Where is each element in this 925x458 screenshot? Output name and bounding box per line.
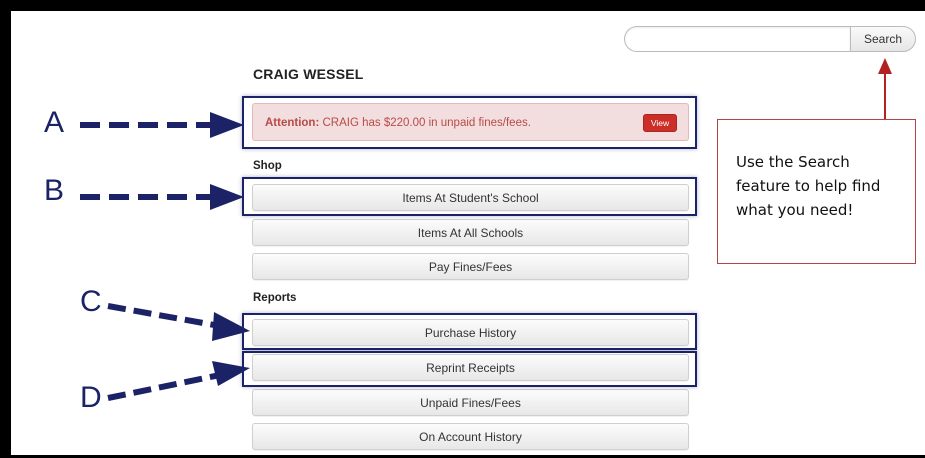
unpaid-fines-fees-button[interactable]: Unpaid Fines/Fees [252,389,689,416]
screenshot-frame: Search CRAIG WESSEL Attention: CRAIG has… [0,0,925,458]
on-account-history-button[interactable]: On Account History [252,423,689,450]
alert-label: Attention: [265,117,320,129]
reprint-receipts-button[interactable]: Reprint Receipts [252,354,689,381]
search-input[interactable] [624,26,850,52]
view-fees-button[interactable]: View [643,114,677,132]
items-at-students-school-button[interactable]: Items At Student's School [252,184,689,211]
search-bar: Search [624,26,916,54]
student-name: CRAIG WESSEL [253,66,364,82]
search-button[interactable]: Search [850,26,916,52]
arrow-b [80,184,244,210]
arrow-d [107,361,250,401]
arrow-search-callout [878,58,892,119]
reports-heading: Reports [253,292,297,304]
arrow-c [107,303,250,341]
annotation-letter-d: D [80,381,102,414]
alert-message: CRAIG has $220.00 in unpaid fines/fees. [322,117,531,129]
frame-border-left [0,0,11,458]
shop-heading: Shop [253,160,282,172]
arrow-a [80,112,244,138]
search-tip-callout: Use the Search feature to help find what… [717,119,916,264]
annotation-letter-b: B [44,174,65,207]
pay-fines-fees-button[interactable]: Pay Fines/Fees [252,253,689,280]
alert-text: Attention: CRAIG has $220.00 in unpaid f… [265,117,531,129]
annotation-letter-a: A [44,106,65,139]
annotation-letter-c: C [80,285,102,318]
unpaid-fees-alert: Attention: CRAIG has $220.00 in unpaid f… [252,103,689,141]
items-at-all-schools-button[interactable]: Items At All Schools [252,219,689,246]
purchase-history-button[interactable]: Purchase History [252,319,689,346]
frame-border-top [0,0,925,11]
callout-text: Use the Search feature to help find what… [736,153,881,219]
